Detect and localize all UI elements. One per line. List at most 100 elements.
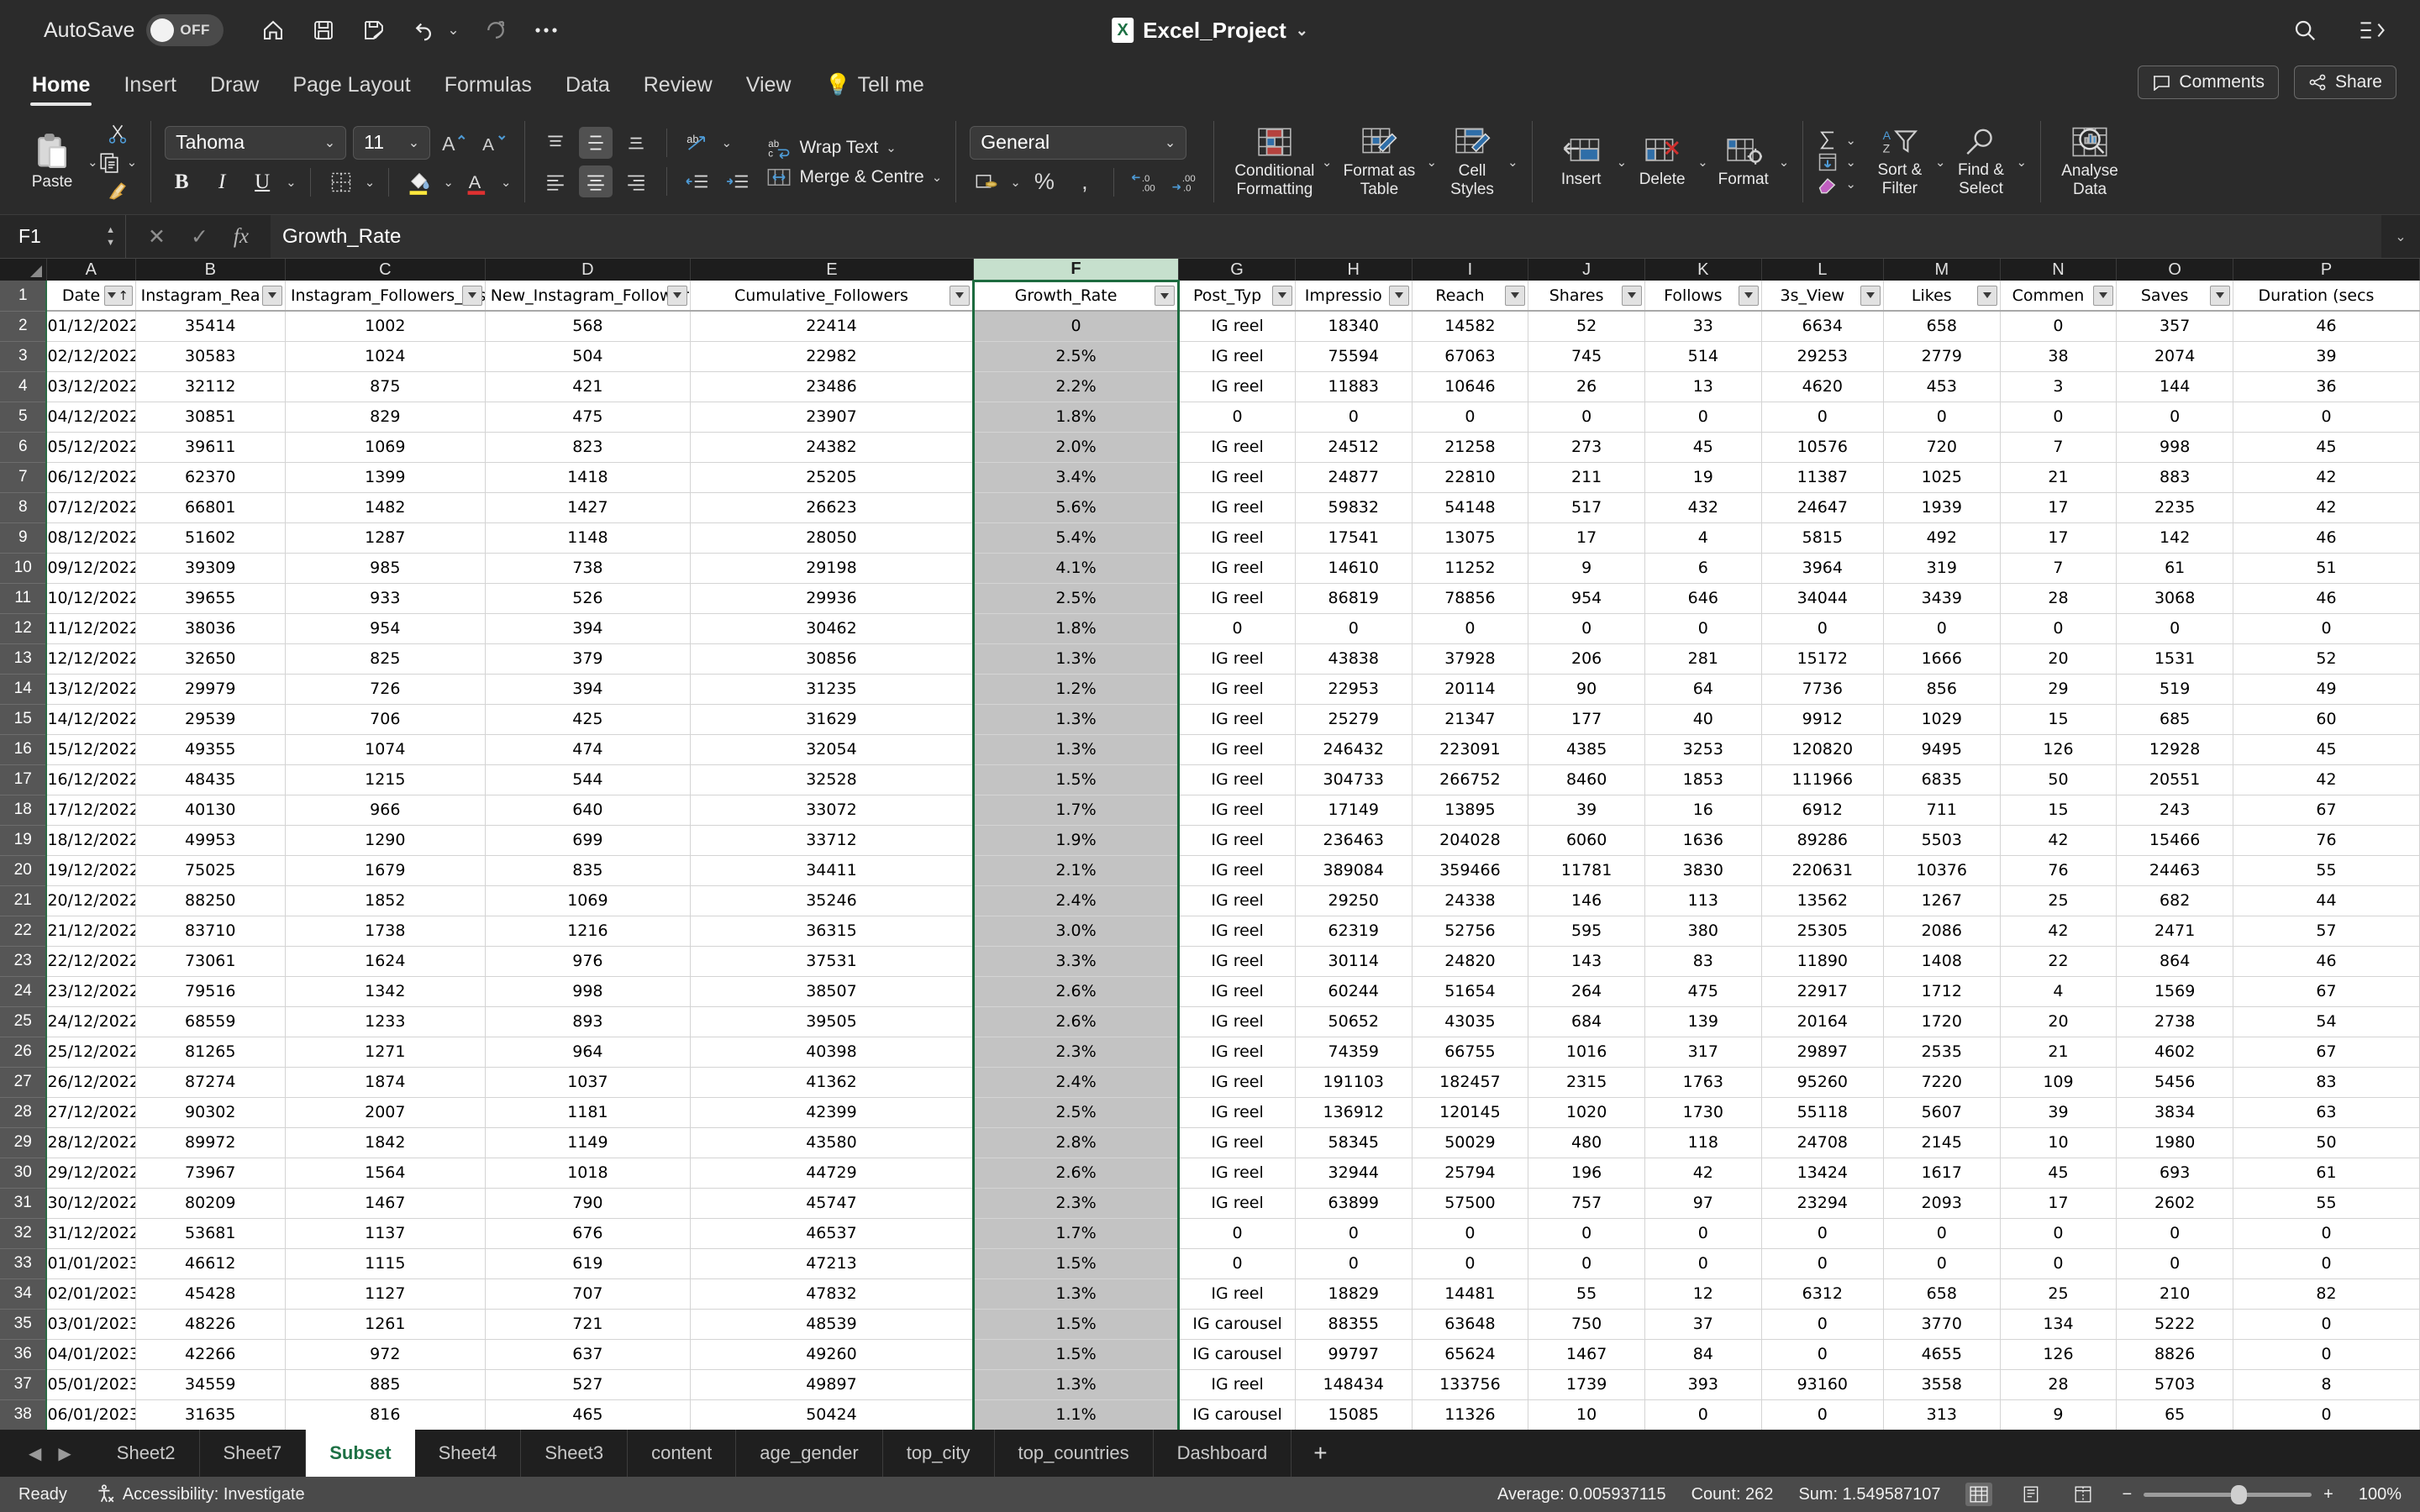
- grid-cell[interactable]: 39505: [690, 1006, 974, 1037]
- filter-dropdown-icon[interactable]: [949, 285, 970, 306]
- grid-cell[interactable]: 88355: [1295, 1309, 1413, 1340]
- grid-cell[interactable]: IG reel: [1178, 462, 1296, 493]
- clear-dropdown-icon[interactable]: ⌄: [1845, 176, 1856, 192]
- underline-dropdown-icon[interactable]: ⌄: [286, 175, 297, 190]
- grid-cell[interactable]: 5607: [1883, 1097, 2001, 1128]
- grid-cell[interactable]: 31235: [690, 674, 974, 705]
- grid-cell[interactable]: 206: [1528, 643, 1645, 675]
- grid-cell[interactable]: 637: [485, 1339, 692, 1370]
- grid-cell[interactable]: 2.2%: [971, 371, 1181, 402]
- grid-cell[interactable]: 1842: [285, 1127, 486, 1158]
- grid-cell[interactable]: 55118: [1761, 1097, 1884, 1128]
- grid-cell[interactable]: 684: [1528, 1006, 1645, 1037]
- orientation-dropdown-icon[interactable]: ⌄: [721, 135, 732, 150]
- grid-cell[interactable]: 517: [1528, 492, 1645, 523]
- row-header-20[interactable]: 20: [0, 855, 48, 886]
- grid-cell[interactable]: 1730: [1644, 1097, 1762, 1128]
- grid-cell[interactable]: 49: [2233, 674, 2420, 705]
- grid-cell[interactable]: 706: [285, 704, 486, 735]
- grid-cell[interactable]: 790: [485, 1188, 692, 1219]
- grid-cell[interactable]: 57: [2233, 916, 2420, 947]
- grid-cell[interactable]: 313: [1883, 1399, 2001, 1430]
- grid-cell[interactable]: 76: [2233, 825, 2420, 856]
- grid-cell[interactable]: 26: [1528, 371, 1645, 402]
- sheet-nav-arrows[interactable]: ◀ ▶: [7, 1430, 93, 1477]
- undo-dropdown-icon[interactable]: ⌄: [447, 22, 459, 39]
- zoom-knob[interactable]: [2231, 1484, 2248, 1504]
- redo-icon[interactable]: [481, 16, 510, 45]
- grid-cell[interactable]: IG reel: [1178, 1037, 1296, 1068]
- grid-cell[interactable]: 658: [1883, 311, 2001, 342]
- grid-cell[interactable]: 21: [2000, 462, 2118, 493]
- grid-cell[interactable]: 2.0%: [971, 432, 1181, 463]
- tab-review[interactable]: Review: [627, 73, 729, 106]
- grid-cell[interactable]: 30851: [135, 402, 286, 433]
- grid-cell[interactable]: 1738: [285, 916, 486, 947]
- grid-cell[interactable]: 97: [1644, 1188, 1762, 1219]
- grid-cell[interactable]: 43580: [690, 1127, 974, 1158]
- grid-cell[interactable]: 43838: [1295, 643, 1413, 675]
- grid-cell[interactable]: 1399: [285, 462, 486, 493]
- grid-cell[interactable]: 32528: [690, 764, 974, 795]
- page-layout-view-icon[interactable]: [2018, 1483, 2044, 1506]
- grid-cell[interactable]: 34559: [135, 1369, 286, 1400]
- grid-cell[interactable]: 0: [1295, 402, 1413, 433]
- grid-cell[interactable]: 0: [1761, 402, 1884, 433]
- row-header-9[interactable]: 9: [0, 522, 48, 554]
- grid-cell[interactable]: 0: [1644, 1399, 1762, 1430]
- grid-cell[interactable]: 83: [2233, 1067, 2420, 1098]
- grid-cell[interactable]: 22810: [1412, 462, 1529, 493]
- grid-cell[interactable]: 685: [2116, 704, 2233, 735]
- grid-cell[interactable]: 53681: [135, 1218, 286, 1249]
- grid-cell[interactable]: 30462: [690, 613, 974, 644]
- grid-cell[interactable]: 8826: [2116, 1339, 2233, 1370]
- grid-cell[interactable]: 76: [2000, 855, 2118, 886]
- clear-eraser-icon[interactable]: [1817, 174, 1839, 194]
- grid-cell[interactable]: 109: [2000, 1067, 2118, 1098]
- grid-cell[interactable]: 148434: [1295, 1369, 1413, 1400]
- grid-cell[interactable]: 5.6%: [971, 492, 1181, 523]
- grid-cell[interactable]: 46: [2233, 522, 2420, 554]
- grid-cell[interactable]: 646: [1644, 583, 1762, 614]
- grid-cell[interactable]: 1427: [485, 492, 692, 523]
- grid-cell[interactable]: 42: [1644, 1158, 1762, 1189]
- grid-cell[interactable]: 28: [2000, 583, 2118, 614]
- grid-cell[interactable]: 24708: [1761, 1127, 1884, 1158]
- grid-cell[interactable]: 0: [1528, 402, 1645, 433]
- grid-cell[interactable]: 05/01/2023: [46, 1369, 136, 1400]
- grid-cell[interactable]: 11890: [1761, 946, 1884, 977]
- grid-cell[interactable]: 1069: [285, 432, 486, 463]
- format-as-table-button[interactable]: Format as Table: [1332, 125, 1426, 198]
- grid-cell[interactable]: 319: [1883, 553, 2001, 584]
- grid-cell[interactable]: 658: [1883, 1278, 2001, 1310]
- grid-cell[interactable]: 23486: [690, 371, 974, 402]
- grid-cell[interactable]: 243: [2116, 795, 2233, 826]
- grid-cell[interactable]: 57500: [1412, 1188, 1529, 1219]
- grid-cell[interactable]: 46612: [135, 1248, 286, 1279]
- grid-cell[interactable]: 31/12/2022: [46, 1218, 136, 1249]
- grid-cell[interactable]: 0: [1644, 1218, 1762, 1249]
- grid-cell[interactable]: 1.5%: [971, 764, 1181, 795]
- grid-cell[interactable]: 0: [1178, 613, 1296, 644]
- column-header-P[interactable]: P: [2233, 259, 2420, 281]
- grid-cell[interactable]: 359466: [1412, 855, 1529, 886]
- row-header-25[interactable]: 25: [0, 1006, 48, 1037]
- grid-cell[interactable]: 06/12/2022: [46, 462, 136, 493]
- grid-cell[interactable]: 0: [1528, 1248, 1645, 1279]
- grid-cell[interactable]: 40398: [690, 1037, 974, 1068]
- grid-cell[interactable]: IG reel: [1178, 1127, 1296, 1158]
- column-title-7[interactable]: Impressio: [1295, 281, 1413, 312]
- tab-insert[interactable]: Insert: [107, 73, 193, 106]
- grid-cell[interactable]: 0: [2116, 402, 2233, 433]
- comma-style-icon[interactable]: ,: [1068, 166, 1102, 198]
- grid-cell[interactable]: 693: [2116, 1158, 2233, 1189]
- grid-cell[interactable]: 893: [485, 1006, 692, 1037]
- increase-font-size-icon[interactable]: A: [437, 127, 471, 159]
- grid-cell[interactable]: 28050: [690, 522, 974, 554]
- grid-cell[interactable]: 28/12/2022: [46, 1127, 136, 1158]
- grid-cell[interactable]: 2602: [2116, 1188, 2233, 1219]
- copy-control[interactable]: ⌄: [98, 151, 137, 173]
- grid-cell[interactable]: 20/12/2022: [46, 885, 136, 916]
- grid-cell[interactable]: 281: [1644, 643, 1762, 675]
- grid-cell[interactable]: 46: [2233, 946, 2420, 977]
